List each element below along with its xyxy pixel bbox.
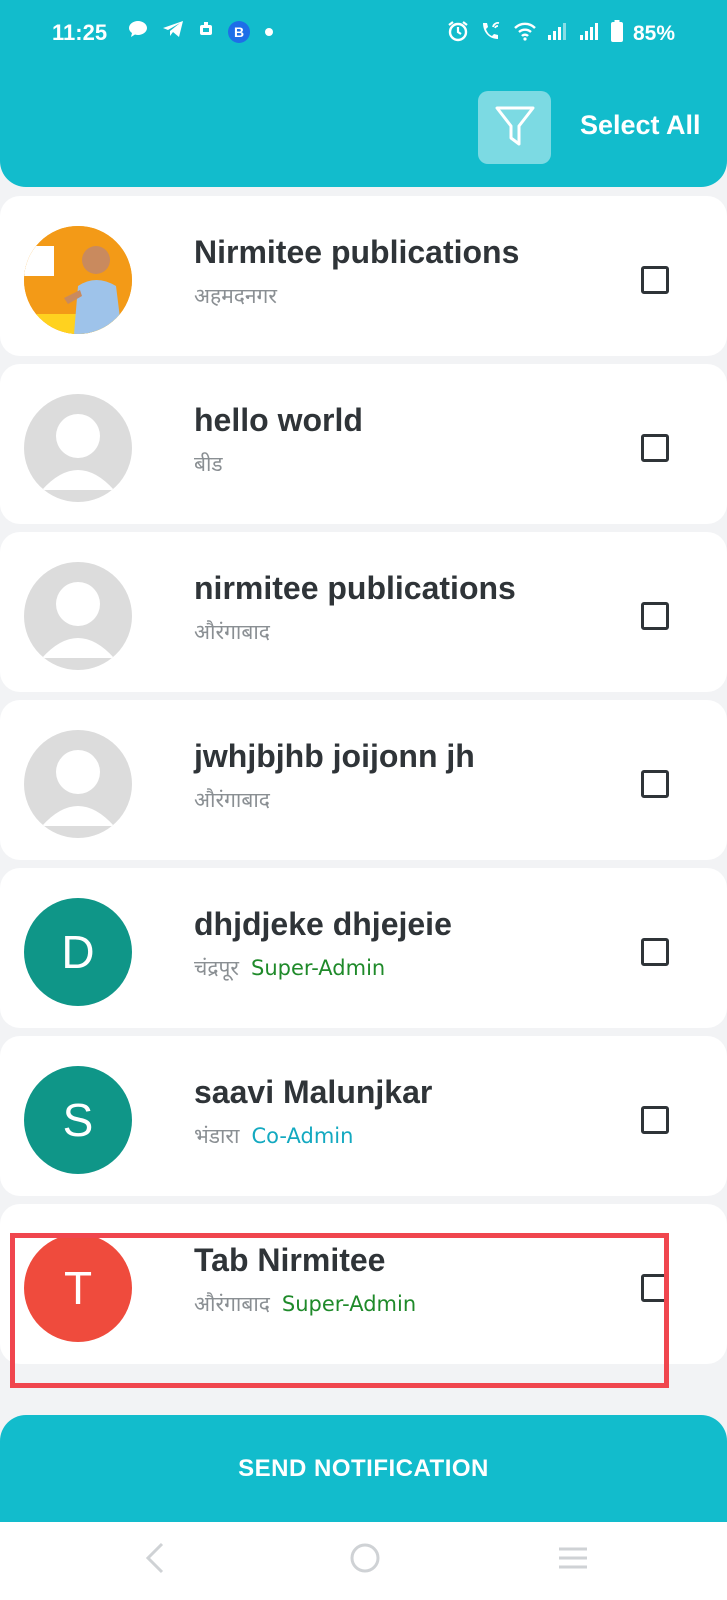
- back-icon[interactable]: [140, 1540, 170, 1580]
- select-checkbox[interactable]: [641, 266, 669, 294]
- recents-icon[interactable]: [555, 1540, 591, 1580]
- select-checkbox[interactable]: [641, 602, 669, 630]
- system-nav-bar: [0, 1522, 727, 1600]
- list-item[interactable]: jwhjbjhb joijonn jh औरंगाबाद: [0, 700, 727, 860]
- contact-subline: चंद्रपूर Super-Admin: [194, 954, 385, 982]
- avatar: S: [24, 1066, 132, 1174]
- send-notification-button[interactable]: SEND NOTIFICATION: [0, 1415, 727, 1522]
- select-checkbox[interactable]: [641, 434, 669, 462]
- b-app-icon: B: [228, 20, 250, 43]
- status-bar: 11:25 B 85%: [0, 0, 727, 70]
- battery-icon: [610, 20, 623, 48]
- wifi-call-icon: [479, 20, 503, 48]
- wifi-icon: [513, 21, 537, 47]
- list-item[interactable]: D dhjdjeke dhjejeie चंद्रपूर Super-Admin: [0, 868, 727, 1028]
- avatar: D: [24, 898, 132, 1006]
- role-badge: Co-Admin: [251, 1124, 354, 1148]
- alarm-icon: [447, 20, 469, 48]
- dot-icon: [264, 21, 274, 42]
- contact-subline: औरंगाबाद: [194, 618, 270, 646]
- filter-funnel-icon: [493, 102, 537, 154]
- media-icon: [198, 21, 214, 42]
- status-right-icons: 85%: [447, 20, 675, 48]
- avatar-placeholder-icon: [24, 394, 132, 502]
- status-app-icons: B: [128, 20, 274, 43]
- list-item[interactable]: Nirmitee publications अहमदनगर: [0, 196, 727, 356]
- select-checkbox[interactable]: [641, 770, 669, 798]
- list-item[interactable]: S saavi Malunjkar भंडारा Co-Admin: [0, 1036, 727, 1196]
- select-checkbox[interactable]: [641, 1106, 669, 1134]
- contact-name: dhjdjeke dhjejeie: [194, 906, 452, 942]
- avatar: [24, 226, 132, 334]
- avatar-placeholder-icon: [24, 730, 132, 838]
- select-all-button[interactable]: Select All: [580, 110, 701, 141]
- contact-district: बीड: [194, 452, 223, 476]
- status-time: 11:25: [52, 20, 108, 45]
- contact-subline: अहमदनगर: [194, 282, 277, 310]
- list-item[interactable]: hello world बीड: [0, 364, 727, 524]
- signal-icon: [579, 21, 601, 47]
- contact-name: Nirmitee publications: [194, 234, 520, 270]
- contact-district: औरंगाबाद: [194, 620, 270, 644]
- home-icon[interactable]: [347, 1540, 383, 1580]
- chat-bubble-icon: [128, 20, 148, 43]
- contact-name: nirmitee publications: [194, 570, 516, 606]
- battery-percent: 85%: [632, 22, 675, 45]
- contact-district: चंद्रपूर: [194, 956, 240, 980]
- contact-district: अहमदनगर: [194, 284, 277, 308]
- contact-subline: भंडारा Co-Admin: [194, 1122, 353, 1150]
- avatar-placeholder-icon: [24, 562, 132, 670]
- highlight-annotation: [10, 1233, 669, 1388]
- signal-icon: [547, 21, 569, 47]
- app-header: 11:25 B 85% Select All: [0, 0, 727, 187]
- contact-district: औरंगाबाद: [194, 788, 270, 812]
- contact-subline: औरंगाबाद: [194, 786, 270, 814]
- contact-name: hello world: [194, 402, 363, 438]
- filter-button[interactable]: [478, 91, 551, 164]
- contact-name: saavi Malunjkar: [194, 1074, 433, 1110]
- contact-subline: बीड: [194, 450, 223, 478]
- list-item[interactable]: nirmitee publications औरंगाबाद: [0, 532, 727, 692]
- role-badge: Super-Admin: [251, 956, 386, 980]
- select-checkbox[interactable]: [641, 938, 669, 966]
- telegram-icon: [162, 20, 184, 43]
- contact-name: jwhjbjhb joijonn jh: [194, 738, 475, 774]
- contact-district: भंडारा: [194, 1124, 240, 1148]
